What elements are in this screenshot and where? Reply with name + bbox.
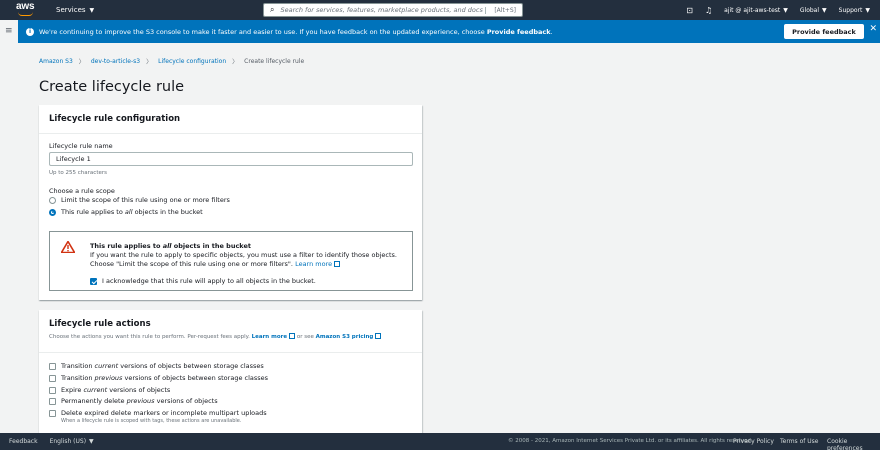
alert-title: This rule applies to all objects in the … — [90, 242, 251, 250]
external-link-icon — [375, 333, 382, 339]
action-delete-expired-markers[interactable]: Delete expired delete markers or incompl… — [49, 409, 267, 417]
account-menu[interactable]: ajit @ ajit-aws-test ▼ — [724, 7, 788, 14]
info-banner: i We're continuing to improve the S3 con… — [18, 20, 880, 43]
info-icon: i — [26, 27, 34, 36]
radio-button-selected[interactable] — [49, 208, 56, 216]
aws-smile-icon — [18, 12, 33, 16]
learn-more-link[interactable]: Learn more — [295, 260, 341, 268]
support-menu[interactable]: Support ▼ — [839, 7, 870, 14]
breadcrumb-current: Create lifecycle rule — [244, 58, 305, 65]
cookie-preferences-link[interactable]: Cookie preferences — [827, 438, 880, 450]
caret-down-icon: ▼ — [783, 6, 788, 14]
top-navigation: aws Services ▼ ⌕ Search for services, fe… — [0, 0, 880, 20]
search-input[interactable]: ⌕ Search for services, features, marketp… — [263, 3, 523, 17]
breadcrumb-lifecycle-configuration[interactable]: Lifecycle configuration — [158, 58, 226, 65]
action-expire-current[interactable]: Expire current versions of objects — [49, 386, 170, 394]
chevron-right-icon: 〉 — [232, 59, 239, 66]
services-menu[interactable]: Services ▼ — [56, 6, 94, 14]
aws-logo[interactable]: aws — [16, 2, 38, 18]
external-link-icon — [289, 333, 296, 339]
rule-name-input[interactable]: Lifecycle 1 — [49, 152, 413, 166]
cloudshell-icon[interactable]: ⊡ — [686, 6, 693, 15]
breadcrumb: Amazon S3 〉 dev-to-article-s3 〉 Lifecycl… — [39, 57, 304, 66]
scope-option-all-objects[interactable]: This rule applies to all objects in the … — [49, 208, 203, 216]
menu-icon[interactable]: ≡ — [5, 26, 13, 36]
breadcrumb-amazon-s3[interactable]: Amazon S3 — [39, 58, 73, 65]
page-title: Create lifecycle rule — [39, 79, 185, 95]
provide-feedback-button[interactable]: Provide feedback — [784, 24, 864, 39]
checkbox[interactable] — [49, 409, 56, 417]
s3-pricing-link[interactable]: Amazon S3 pricing — [316, 333, 382, 340]
acknowledge-checkbox-row[interactable]: I acknowledge that this rule will apply … — [90, 277, 316, 285]
caret-down-icon: ▼ — [865, 6, 870, 14]
panel-title: Lifecycle rule configuration — [39, 105, 422, 134]
external-link-icon — [334, 261, 341, 267]
action-transition-current[interactable]: Transition current versions of objects b… — [49, 362, 264, 370]
action-note: When a lifecycle rule is scoped with tag… — [61, 418, 242, 424]
checkbox[interactable] — [49, 362, 56, 370]
caret-down-icon: ▼ — [822, 6, 827, 14]
footer: Feedback English (US) ▼ © 2008 - 2021, Am… — [0, 433, 880, 450]
search-icon: ⌕ — [270, 5, 275, 14]
alert-body: If you want the rule to apply to specifi… — [90, 251, 397, 268]
bell-icon[interactable]: ♫ — [705, 6, 712, 15]
radio-button[interactable] — [49, 196, 56, 204]
copyright: © 2008 - 2021, Amazon Internet Services … — [508, 438, 753, 444]
lifecycle-rule-actions-panel: Lifecycle rule actions Choose the action… — [39, 310, 422, 433]
privacy-policy-link[interactable]: Privacy Policy — [733, 438, 774, 445]
panel-title: Lifecycle rule actions — [49, 319, 151, 329]
action-delete-previous[interactable]: Permanently delete previous versions of … — [49, 397, 218, 405]
rule-name-label: Lifecycle rule name — [49, 142, 113, 150]
topnav-right: ⊡ ♫ ajit @ ajit-aws-test ▼ Global ▼ Suppor… — [686, 0, 870, 20]
terms-of-use-link[interactable]: Terms of Use — [780, 438, 818, 445]
close-icon[interactable]: ✕ — [869, 24, 877, 34]
lifecycle-rule-configuration-panel: Lifecycle rule configuration Lifecycle r… — [39, 105, 422, 300]
checkbox[interactable] — [49, 386, 56, 394]
banner-text: We're continuing to improve the S3 conso… — [39, 27, 553, 36]
rule-scope-label: Choose a rule scope — [49, 187, 115, 195]
checkbox[interactable] — [49, 397, 56, 405]
region-menu[interactable]: Global ▼ — [800, 7, 827, 14]
acknowledge-checkbox[interactable] — [90, 277, 97, 285]
warning-icon — [61, 241, 75, 253]
action-transition-previous[interactable]: Transition previous versions of objects … — [49, 374, 268, 382]
scope-option-filter[interactable]: Limit the scope of this rule using one o… — [49, 196, 230, 204]
footer-feedback-link[interactable]: Feedback — [9, 438, 38, 445]
warning-alert: This rule applies to all objects in the … — [49, 231, 413, 291]
language-selector[interactable]: English (US) ▼ — [50, 438, 94, 445]
rule-name-hint: Up to 255 characters — [49, 170, 107, 176]
caret-down-icon: ▼ — [89, 438, 94, 445]
actions-description: Choose the actions you want this rule to… — [49, 333, 382, 340]
chevron-right-icon: 〉 — [78, 59, 85, 66]
caret-down-icon: ▼ — [89, 6, 95, 14]
learn-more-link[interactable]: Learn more — [252, 333, 296, 340]
divider — [39, 352, 422, 353]
chevron-right-icon: 〉 — [146, 59, 153, 66]
breadcrumb-bucket[interactable]: dev-to-article-s3 — [91, 58, 140, 65]
checkbox[interactable] — [49, 374, 56, 382]
